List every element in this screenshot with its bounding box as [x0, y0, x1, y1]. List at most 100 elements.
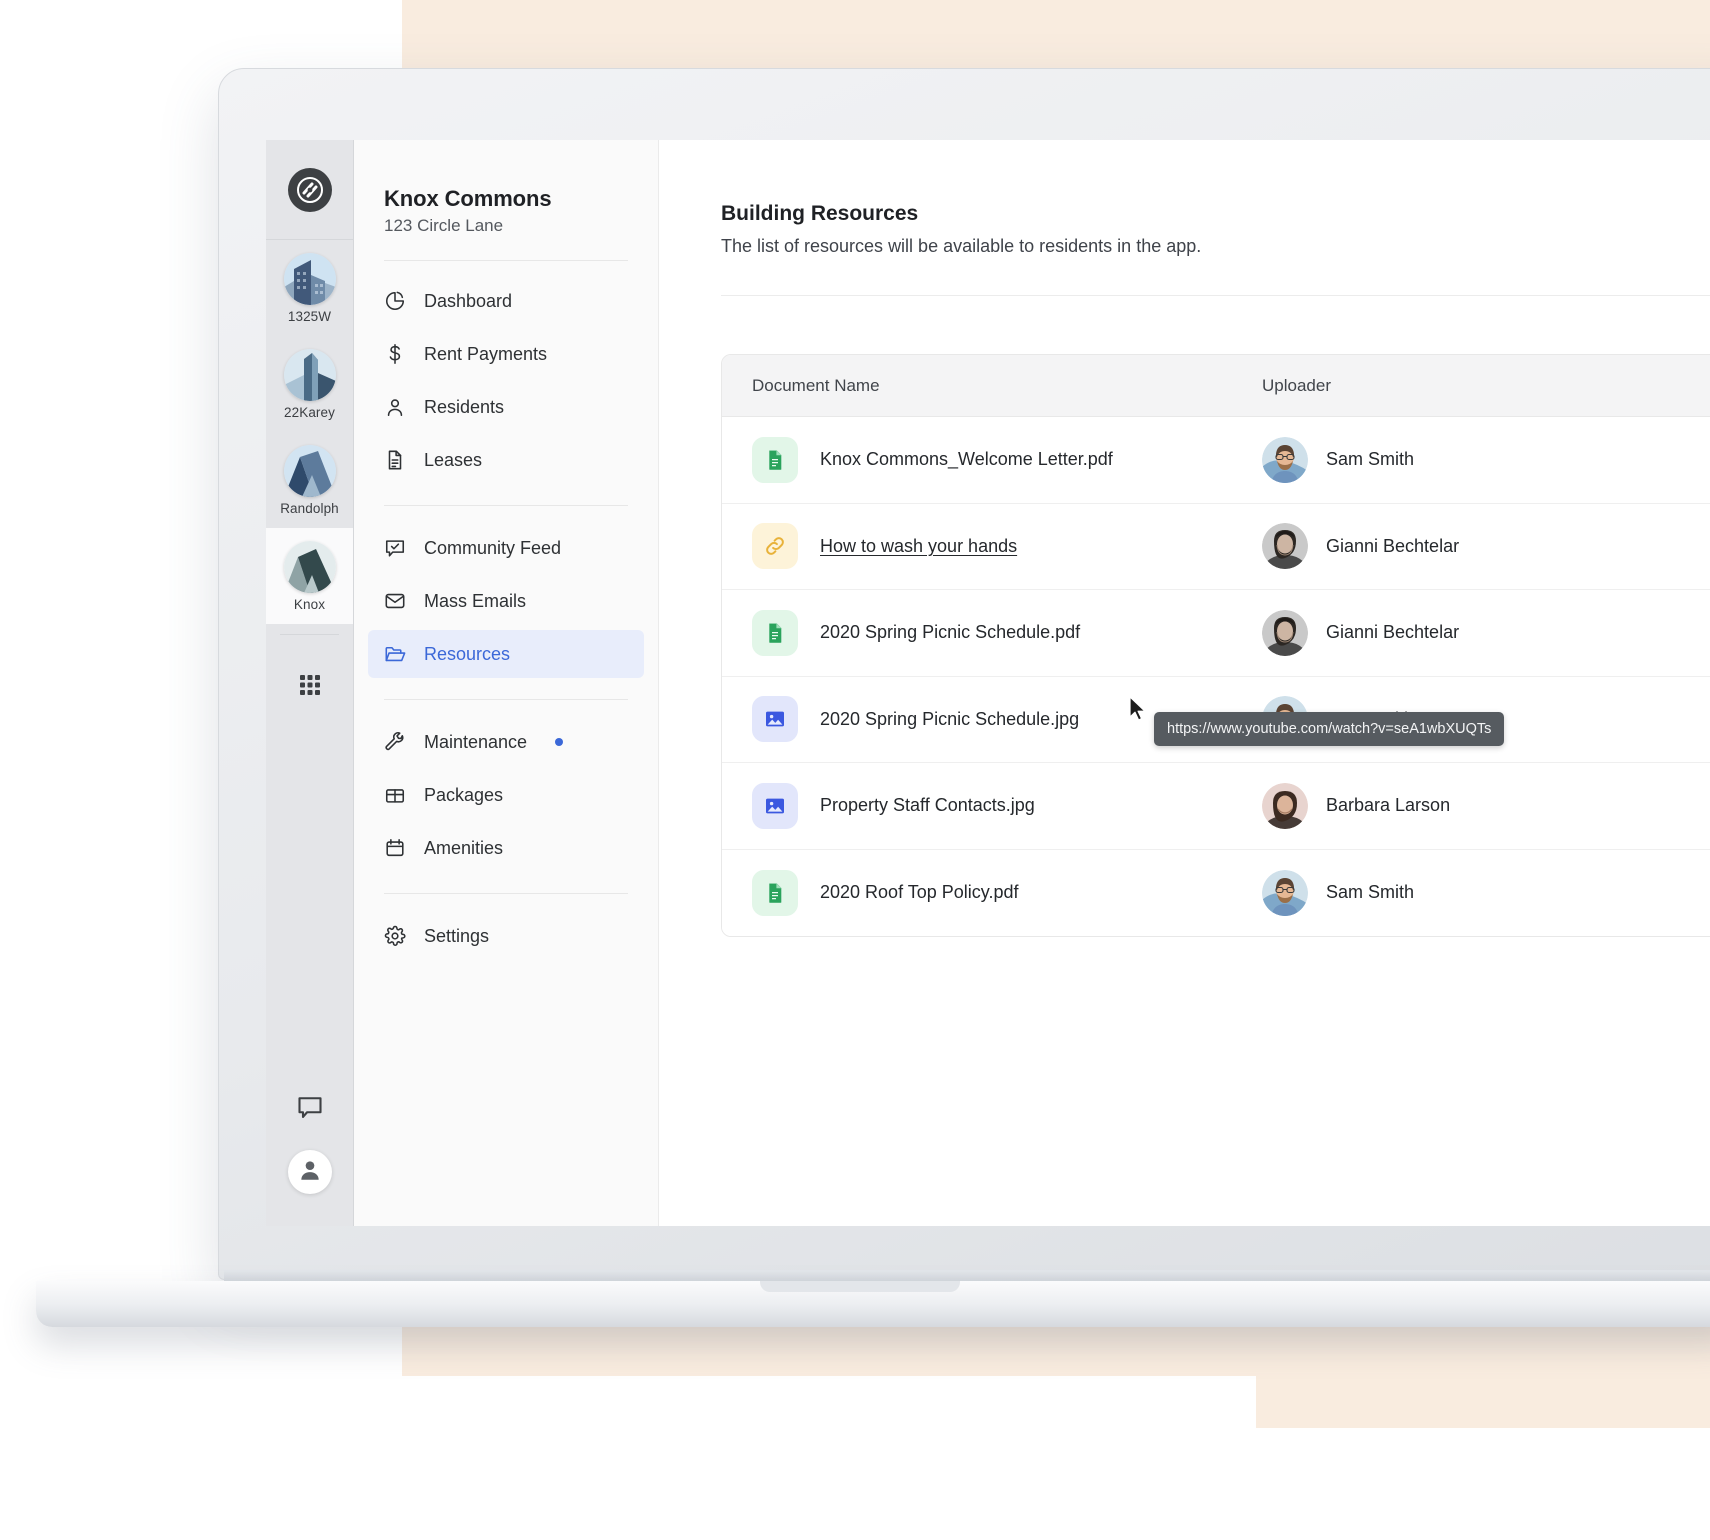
sidebar-item-amenities[interactable]: Amenities — [368, 824, 644, 872]
document-name-label: 2020 Spring Picnic Schedule.pdf — [820, 622, 1080, 643]
envelope-icon — [384, 590, 406, 612]
resources-table: Document Name Uploader Knox Commons_Welc… — [721, 354, 1710, 937]
document-name-label[interactable]: How to wash your hands — [820, 536, 1017, 557]
app-logo-button[interactable] — [266, 140, 353, 240]
document-name-label: 2020 Spring Picnic Schedule.jpg — [820, 709, 1079, 730]
rail-bottom-actions — [266, 1093, 354, 1226]
cell-document-name: Property Staff Contacts.jpg — [722, 783, 1262, 829]
sidebar-item-label: Resources — [424, 644, 510, 665]
table-row[interactable]: 2020 Roof Top Policy.pdf Sam Smith — [722, 850, 1710, 937]
sidebar-item-packages[interactable]: Packages — [368, 771, 644, 819]
sidebar-group: Maintenance Packages Amenities — [354, 683, 658, 872]
rail-property-knox[interactable]: Knox — [266, 528, 353, 624]
property-rail: 1325W 22Karey Randolph Knox — [266, 140, 354, 1226]
building-thumbnail-icon — [284, 253, 336, 305]
app-logo-icon — [288, 168, 332, 212]
sidebar-item-resources[interactable]: Resources — [368, 630, 644, 678]
user-avatar-button[interactable] — [288, 1150, 332, 1194]
pie-chart-icon — [384, 290, 406, 312]
page-description: The list of resources will be available … — [721, 236, 1710, 257]
background-white-panel — [0, 1376, 1256, 1540]
sidebar-item-label: Maintenance — [424, 732, 527, 753]
package-icon — [384, 784, 406, 806]
link-url-tooltip: https://www.youtube.com/watch?v=seA1wbXU… — [1154, 712, 1504, 746]
building-thumbnail-icon — [284, 349, 336, 401]
cell-document-name: 2020 Roof Top Policy.pdf — [722, 870, 1262, 916]
sidebar-item-community-feed[interactable]: Community Feed — [368, 524, 644, 572]
sidebar-item-label: Leases — [424, 450, 482, 471]
apps-grid-button[interactable] — [266, 645, 353, 729]
rail-property-1325w[interactable]: 1325W — [266, 240, 353, 336]
uploader-avatar — [1262, 610, 1308, 656]
page-title-property-name: Knox Commons — [354, 186, 658, 212]
comment-check-icon — [384, 537, 406, 559]
property-address: 123 Circle Lane — [354, 212, 658, 236]
img-file-icon — [752, 696, 798, 742]
sidebar-item-settings[interactable]: Settings — [368, 912, 644, 960]
uploader-avatar — [1262, 783, 1308, 829]
table-row[interactable]: Knox Commons_Welcome Letter.pdf Sam Smit… — [722, 417, 1710, 504]
sidebar-item-label: Residents — [424, 397, 504, 418]
document-icon — [384, 449, 406, 471]
sidebar-item-rent-payments[interactable]: Rent Payments — [368, 330, 644, 378]
uploader-avatar — [1262, 523, 1308, 569]
sidebar-nav: Dashboard Rent Payments Residents Leases… — [354, 261, 658, 960]
uploader-avatar — [1262, 870, 1308, 916]
table-header-row: Document Name Uploader — [722, 355, 1710, 417]
grid-apps-icon — [298, 673, 322, 702]
uploader-name-label: Sam Smith — [1326, 882, 1414, 903]
table-row[interactable]: How to wash your hands Gianni Bechtelar — [722, 504, 1710, 591]
sidebar-item-dashboard[interactable]: Dashboard — [368, 277, 644, 325]
sidebar-item-label: Mass Emails — [424, 591, 526, 612]
calendar-icon — [384, 837, 406, 859]
sidebar-item-label: Packages — [424, 785, 503, 806]
sidebar-item-label: Rent Payments — [424, 344, 547, 365]
sidebar-item-residents[interactable]: Residents — [368, 383, 644, 431]
content-divider — [721, 295, 1710, 296]
cell-uploader: Sam Smith — [1262, 437, 1622, 483]
cell-document-name: Knox Commons_Welcome Letter.pdf — [722, 437, 1262, 483]
uploader-name-label: Sam Smith — [1326, 449, 1414, 470]
document-name-label: Knox Commons_Welcome Letter.pdf — [820, 449, 1113, 470]
sidebar-item-leases[interactable]: Leases — [368, 436, 644, 484]
column-header-document-name: Document Name — [722, 376, 1262, 396]
uploader-avatar — [1262, 437, 1308, 483]
building-thumbnail-icon — [284, 445, 336, 497]
rail-property-label: 1325W — [288, 309, 331, 324]
pdf-file-icon — [752, 870, 798, 916]
sidebar-item-maintenance[interactable]: Maintenance — [368, 718, 644, 766]
pdf-file-icon — [752, 437, 798, 483]
mouse-cursor — [1128, 696, 1148, 727]
building-thumbnail-icon — [284, 541, 336, 593]
user-avatar-icon — [297, 1157, 323, 1188]
sidebar-group: Settings — [354, 877, 658, 960]
uploader-name-label: Gianni Bechtelar — [1326, 622, 1459, 643]
laptop-notch — [760, 1281, 960, 1292]
link-file-icon — [752, 523, 798, 569]
rail-property-22karey[interactable]: 22Karey — [266, 336, 353, 432]
table-row[interactable]: Property Staff Contacts.jpg Barbara Lars… — [722, 763, 1710, 850]
cell-uploader: Gianni Bechtelar — [1262, 523, 1622, 569]
rail-property-label: 22Karey — [284, 405, 335, 420]
notification-dot — [555, 738, 563, 746]
screenshot-stage: 1325W 22Karey Randolph Knox — [0, 0, 1710, 1540]
dollar-icon — [384, 343, 406, 365]
property-list: 1325W 22Karey Randolph Knox — [266, 240, 353, 624]
sidebar-item-label: Amenities — [424, 838, 503, 859]
page-title: Building Resources — [721, 202, 1710, 226]
sidebar-item-mass-emails[interactable]: Mass Emails — [368, 577, 644, 625]
chat-bubble-icon[interactable] — [296, 1093, 324, 1126]
cell-uploader: Barbara Larson — [1262, 783, 1622, 829]
table-body: Knox Commons_Welcome Letter.pdf Sam Smit… — [722, 417, 1710, 936]
sidebar-group: Dashboard Rent Payments Residents Leases — [354, 261, 658, 484]
table-row[interactable]: 2020 Spring Picnic Schedule.pdf Gianni B… — [722, 590, 1710, 677]
sidebar-item-label: Dashboard — [424, 291, 512, 312]
main-content: Building Resources The list of resources… — [659, 140, 1710, 1226]
person-icon — [384, 396, 406, 418]
wrench-icon — [384, 731, 406, 753]
cell-document-name: How to wash your hands — [722, 523, 1262, 569]
rail-property-randolph[interactable]: Randolph — [266, 432, 353, 528]
pdf-file-icon — [752, 610, 798, 656]
gear-icon — [384, 925, 406, 947]
document-name-label: Property Staff Contacts.jpg — [820, 795, 1035, 816]
